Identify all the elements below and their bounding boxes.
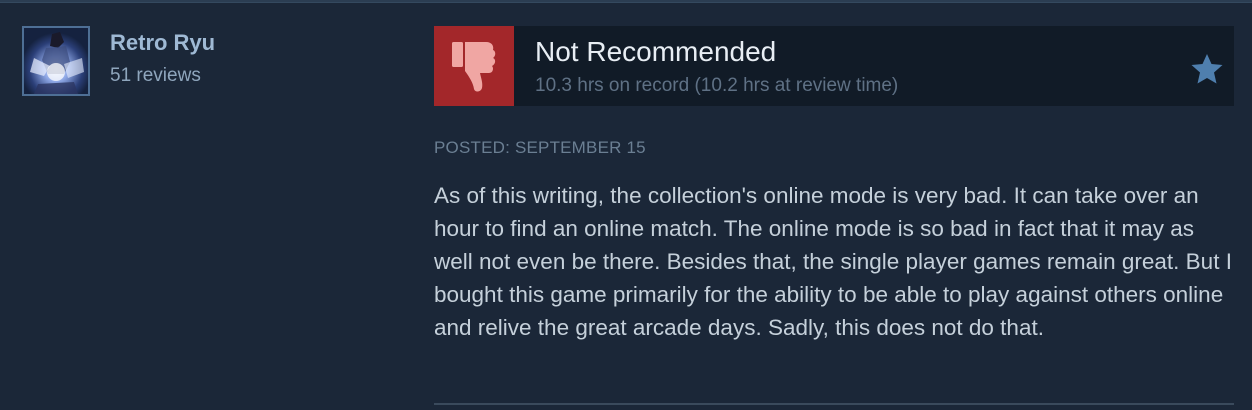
author-name[interactable]: Retro Ryu — [110, 30, 215, 56]
top-divider — [0, 2, 1252, 3]
verdict-thumb-box — [434, 26, 514, 106]
review-card: Retro Ryu 51 reviews Not Recommended 10.… — [0, 0, 1252, 410]
verdict-title[interactable]: Not Recommended — [535, 36, 776, 68]
review-body: As of this writing, the collection's onl… — [434, 183, 1232, 340]
avatar[interactable] — [22, 26, 90, 96]
thumbs-down-icon — [452, 42, 496, 92]
bottom-divider — [434, 403, 1234, 405]
verdict-header: Not Recommended 10.3 hrs on record (10.2… — [434, 26, 1234, 106]
author-review-count[interactable]: 51 reviews — [110, 65, 201, 87]
avatar-image — [24, 28, 88, 94]
posted-date: POSTED: SEPTEMBER 15 — [434, 138, 646, 157]
playtime-text: 10.3 hrs on record (10.2 hrs at review t… — [535, 75, 899, 96]
star-icon[interactable] — [1190, 53, 1224, 85]
